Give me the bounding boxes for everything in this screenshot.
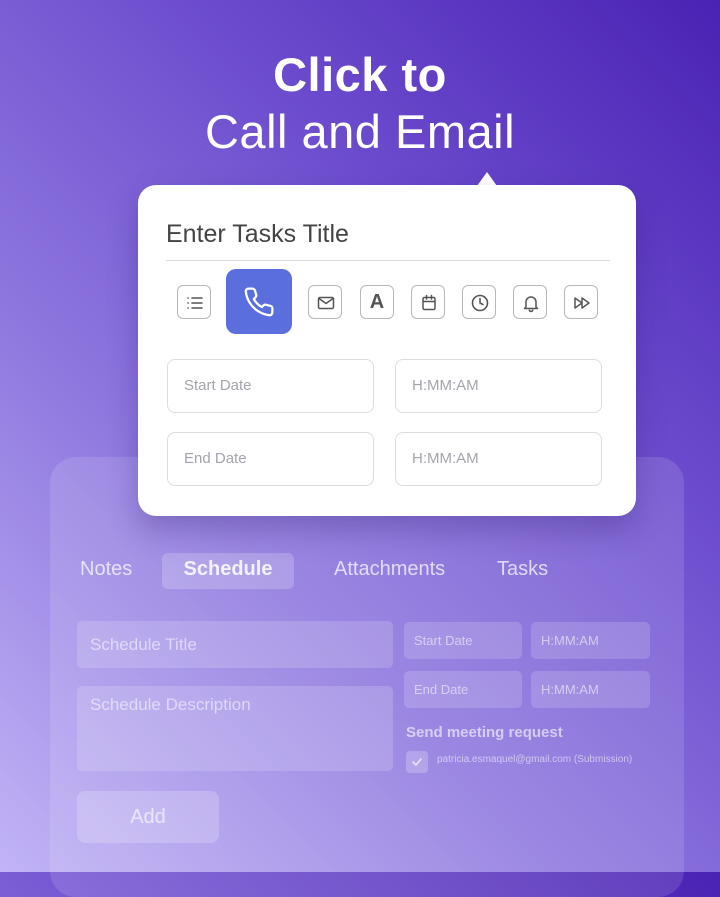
calendar-icon <box>422 294 436 311</box>
bg-start-time-field[interactable]: H:MM:AM <box>531 622 650 659</box>
text-format-button[interactable]: A <box>360 285 394 319</box>
call-button[interactable] <box>226 269 292 334</box>
email-button[interactable] <box>308 285 342 319</box>
attendee-checkbox[interactable] <box>406 751 428 773</box>
end-date-field[interactable]: End Date <box>167 432 374 486</box>
text-format-icon: A <box>369 291 385 313</box>
headline: Click to Call and Email <box>0 48 720 162</box>
start-date-field[interactable]: Start Date <box>167 359 374 413</box>
forward-button[interactable] <box>564 285 598 319</box>
reminder-button[interactable] <box>513 285 547 319</box>
task-popover: Enter Tasks Title A Start Date H:MM:AM E… <box>138 185 636 516</box>
send-meeting-request-label: Send meeting request <box>406 724 563 741</box>
bg-end-date-field[interactable]: End Date <box>404 671 522 708</box>
check-icon <box>412 758 422 766</box>
clock-icon <box>471 294 489 312</box>
list-button[interactable] <box>177 285 211 319</box>
popover-pointer <box>477 172 497 186</box>
start-time-field[interactable]: H:MM:AM <box>395 359 602 413</box>
attendee-email: patricia.esmaquel@gmail.com (Submission) <box>437 754 633 765</box>
add-button[interactable]: Add <box>77 791 219 843</box>
calendar-button[interactable] <box>411 285 445 319</box>
tab-schedule[interactable]: Schedule <box>162 553 294 589</box>
phone-icon <box>244 287 274 317</box>
bg-end-time-field[interactable]: H:MM:AM <box>531 671 650 708</box>
list-icon <box>187 297 203 309</box>
tab-attachments[interactable]: Attachments <box>334 553 445 589</box>
task-title-input[interactable]: Enter Tasks Title <box>166 219 610 249</box>
tab-tasks[interactable]: Tasks <box>497 553 548 589</box>
title-divider <box>166 260 610 261</box>
bg-start-date-field[interactable]: Start Date <box>404 622 522 659</box>
mail-icon <box>317 296 335 310</box>
tab-bar: Notes Schedule Attachments Tasks <box>0 553 720 589</box>
schedule-description-input[interactable]: Schedule Description <box>77 686 393 771</box>
headline-line-2: Call and Email <box>204 105 516 158</box>
headline-line-1: Click to <box>273 48 447 101</box>
schedule-title-input[interactable]: Schedule Title <box>77 621 393 668</box>
clock-button[interactable] <box>462 285 496 319</box>
end-time-field[interactable]: H:MM:AM <box>395 432 602 486</box>
tab-notes[interactable]: Notes <box>80 553 132 589</box>
bell-icon <box>523 296 539 313</box>
fast-forward-icon <box>574 297 590 309</box>
